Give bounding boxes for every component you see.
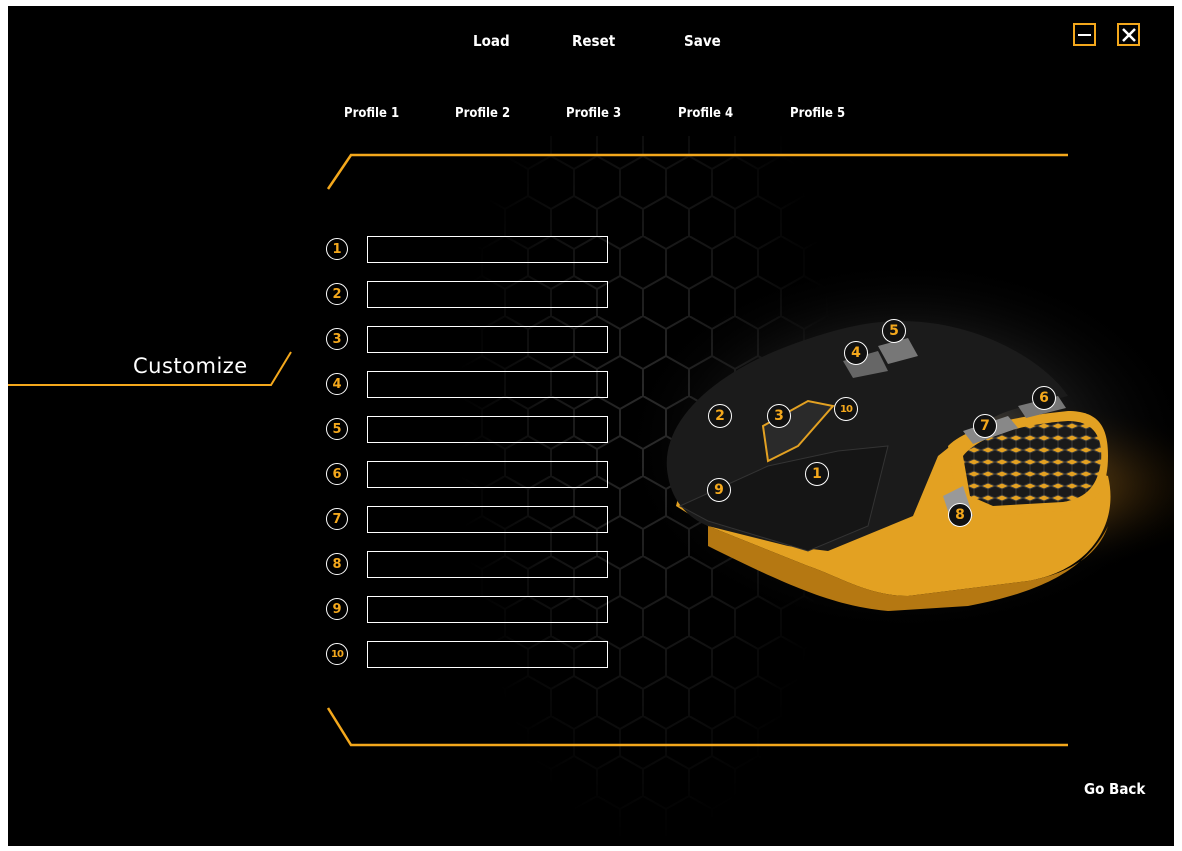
app-window: Load Reset Save Profile 1 Profile 2 Prof… <box>8 6 1174 846</box>
tab-profile-4[interactable]: Profile 4 <box>678 106 733 121</box>
button-7-assignment-field[interactable] <box>367 506 608 533</box>
close-button[interactable] <box>1117 23 1140 46</box>
button-9-assignment-field[interactable] <box>367 596 608 623</box>
button-number-badge: 10 <box>326 643 348 665</box>
customize-nav-item[interactable]: Customize <box>133 354 248 378</box>
button-8-assignment-field[interactable] <box>367 551 608 578</box>
mouse-callout-1: 1 <box>805 462 829 486</box>
mouse-callout-7: 7 <box>973 414 997 438</box>
button-number-badge: 9 <box>326 598 348 620</box>
mouse-callout-6: 6 <box>1032 386 1056 410</box>
load-button[interactable]: Load <box>473 32 510 50</box>
button-number-badge: 4 <box>326 373 348 395</box>
tab-profile-2[interactable]: Profile 2 <box>455 106 510 121</box>
tab-profile-1[interactable]: Profile 1 <box>344 106 399 121</box>
save-button[interactable]: Save <box>684 32 721 50</box>
mouse-callout-3: 3 <box>767 404 791 428</box>
button-number-badge: 7 <box>326 508 348 530</box>
button-number-badge: 3 <box>326 328 348 350</box>
button-number-badge: 1 <box>326 238 348 260</box>
button-5-assignment-field[interactable] <box>367 416 608 443</box>
button-10-assignment-field[interactable] <box>367 641 608 668</box>
button-number-badge: 2 <box>326 283 348 305</box>
button-number-badge: 5 <box>326 418 348 440</box>
mouse-callout-9: 9 <box>707 478 731 502</box>
mouse-callout-10: 10 <box>834 397 858 421</box>
close-icon <box>1121 27 1136 42</box>
button-number-badge: 6 <box>326 463 348 485</box>
tab-profile-3[interactable]: Profile 3 <box>566 106 621 121</box>
minimize-button[interactable] <box>1073 23 1096 46</box>
go-back-button[interactable]: Go Back <box>1084 780 1145 798</box>
button-3-assignment-field[interactable] <box>367 326 608 353</box>
tab-profile-5[interactable]: Profile 5 <box>790 106 845 121</box>
mouse-callout-5: 5 <box>882 319 906 343</box>
mouse-callout-4: 4 <box>844 341 868 365</box>
button-4-assignment-field[interactable] <box>367 371 608 398</box>
mouse-callout-8: 8 <box>948 503 972 527</box>
reset-button[interactable]: Reset <box>572 32 615 50</box>
minimize-icon <box>1078 33 1091 36</box>
button-1-assignment-field[interactable] <box>367 236 608 263</box>
button-number-badge: 8 <box>326 553 348 575</box>
button-6-assignment-field[interactable] <box>367 461 608 488</box>
mouse-callout-2: 2 <box>708 404 732 428</box>
button-2-assignment-field[interactable] <box>367 281 608 308</box>
